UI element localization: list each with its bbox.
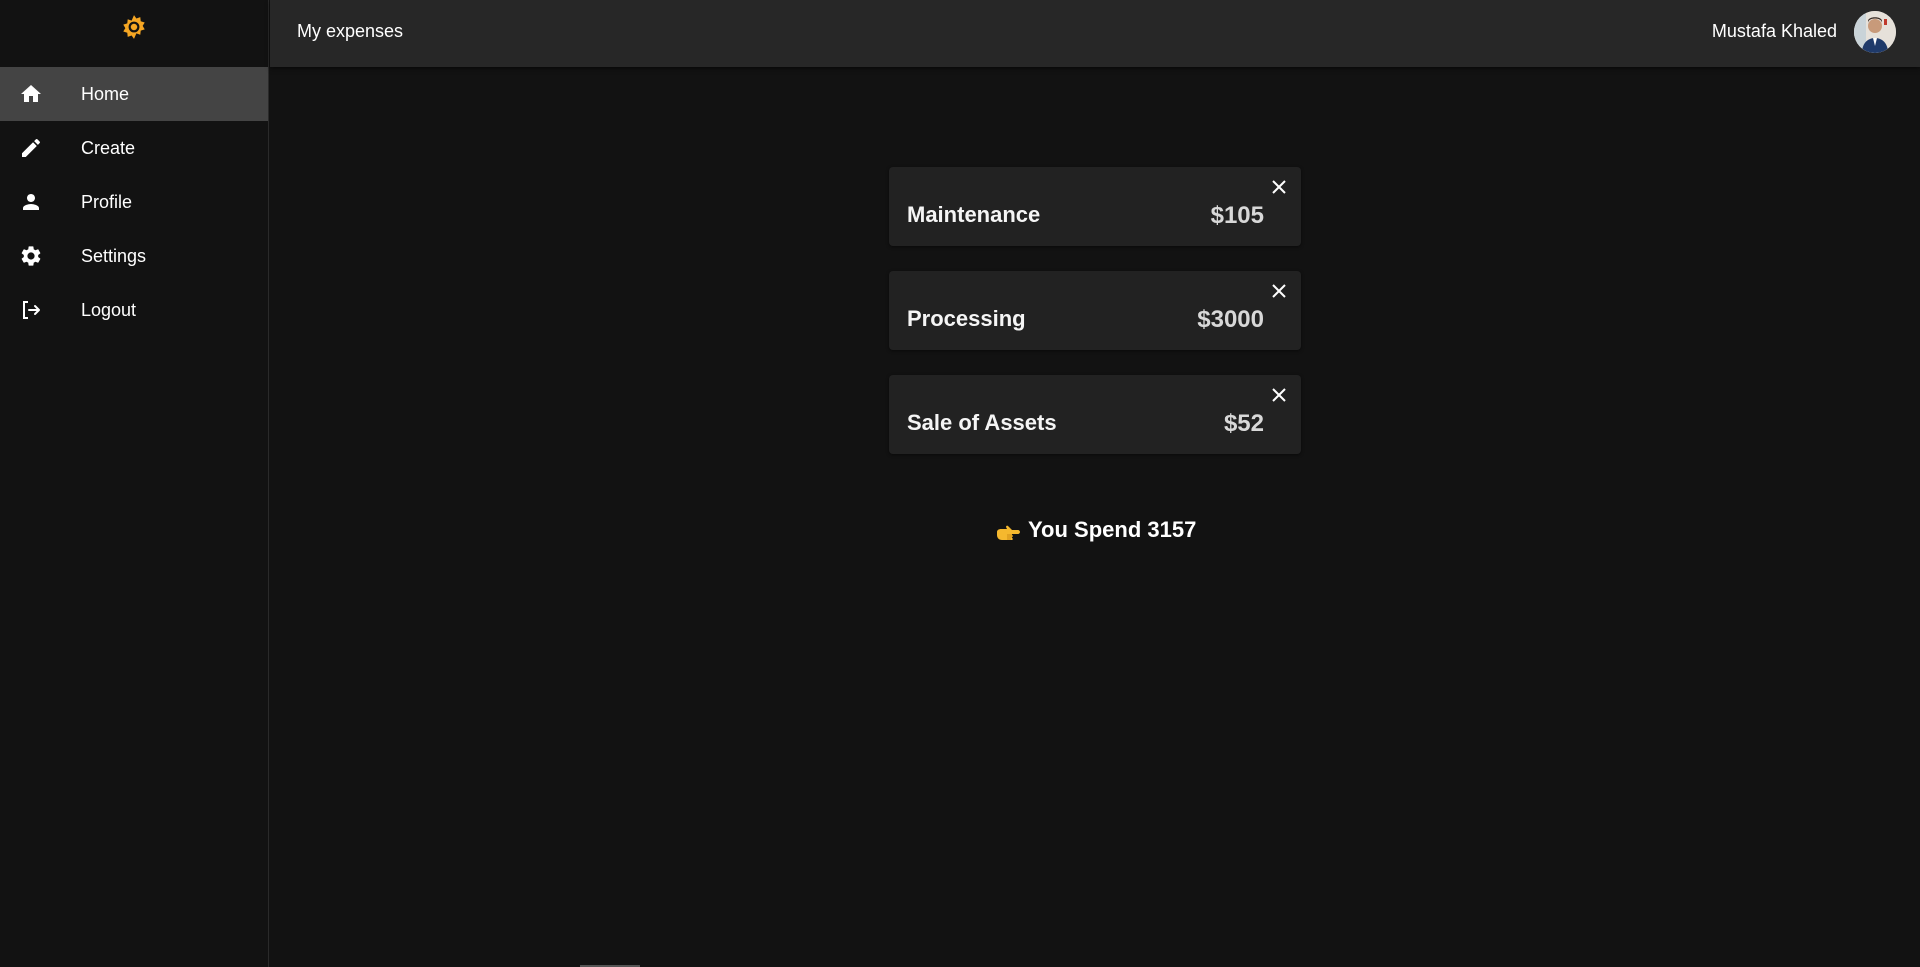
sidebar-item-label: Create [81,137,136,158]
sidebar-item-label: Home [81,83,130,104]
pointing-hand-icon [997,525,1020,540]
sidebar-item-logout[interactable]: Logout [0,283,268,337]
sun-gear-icon [123,14,145,39]
main-content: Maintenance $105 Processing $3000 Sale o… [270,67,1920,967]
sidebar-item-label: Profile [81,191,133,212]
close-icon[interactable] [1269,385,1289,405]
top-app-bar: My expenses Mustafa Khaled [270,0,1920,67]
person-icon [19,190,43,214]
logout-icon [19,298,43,322]
expense-amount: $52 [1223,410,1264,437]
sidebar: Home Create Profile Settings Logout [0,0,269,967]
expense-title: Sale of Assets [907,410,1057,435]
sidebar-item-label: Logout [81,299,137,320]
pencil-icon [19,136,43,160]
avatar[interactable] [1854,10,1896,53]
sidebar-nav: Home Create Profile Settings Logout [0,67,268,337]
close-icon[interactable] [1269,177,1289,197]
sidebar-item-settings[interactable]: Settings [0,229,268,283]
gear-icon [19,244,43,268]
close-icon[interactable] [1269,281,1289,301]
sidebar-item-home[interactable]: Home [0,67,268,121]
user-name: Mustafa Khaled [1711,21,1837,41]
expense-list: Maintenance $105 Processing $3000 Sale o… [889,167,1301,479]
sidebar-item-create[interactable]: Create [0,121,268,175]
total-spend: You Spend 3157 [996,517,1196,543]
home-icon [19,82,43,106]
expense-card-sale-of-assets: Sale of Assets $52 [889,375,1301,454]
expense-card-processing: Processing $3000 [889,271,1301,350]
expense-title: Processing [907,306,1026,331]
expense-title: Maintenance [907,202,1041,227]
expense-card-maintenance: Maintenance $105 [889,167,1301,246]
sidebar-item-profile[interactable]: Profile [0,175,268,229]
page-title: My expenses [297,21,404,41]
expense-amount: $3000 [1197,306,1264,333]
expense-amount: $105 [1210,202,1264,229]
sidebar-item-label: Settings [81,245,147,266]
logo[interactable] [0,0,268,67]
user-menu[interactable]: Mustafa Khaled [1711,10,1896,53]
total-spend-text: You Spend 3157 [1028,517,1197,542]
